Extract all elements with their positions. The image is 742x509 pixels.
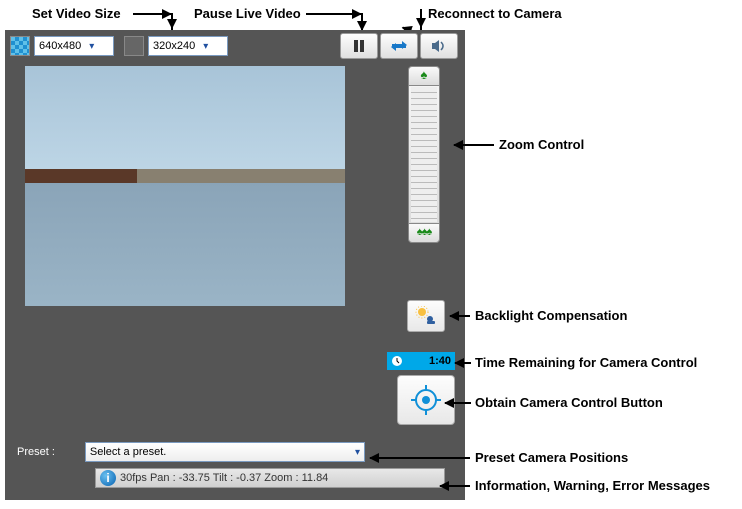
time-remaining: 1:40 <box>387 352 455 370</box>
backlight-icon <box>415 306 437 326</box>
annot-status: Information, Warning, Error Messages <box>475 478 710 493</box>
zoom-out-button[interactable]: ♠♠♠ <box>408 223 440 243</box>
annot-preset: Preset Camera Positions <box>475 450 628 465</box>
annot-set-video-size: Set Video Size <box>32 6 121 21</box>
clock-icon <box>391 355 403 367</box>
chevron-down-icon: ▾ <box>355 447 360 458</box>
video-size-1-value: 640x480 <box>39 40 81 52</box>
preset-select[interactable]: Select a preset. ▾ <box>85 442 365 462</box>
video-view[interactable] <box>25 66 345 306</box>
reconnect-icon <box>390 39 408 53</box>
annot-backlight: Backlight Compensation <box>475 308 627 323</box>
chevron-down-icon: ▾ <box>89 41 94 52</box>
annot-zoom: Zoom Control <box>499 137 584 152</box>
target-icon <box>409 383 443 417</box>
zoom-track-lines <box>411 87 437 222</box>
video-size-select-1[interactable]: 640x480 ▾ <box>34 36 114 56</box>
video-size-2-value: 320x240 <box>153 40 195 52</box>
zoom-slider[interactable]: ♠ ♠♠♠ <box>408 66 440 243</box>
pause-button[interactable] <box>340 33 378 59</box>
toolbar: 640x480 ▾ 320x240 ▾ <box>10 35 460 57</box>
preset-label: Preset : <box>17 446 55 458</box>
chevron-down-icon: ▾ <box>203 41 208 52</box>
grid-icon-2[interactable] <box>124 36 144 56</box>
annot-obtain: Obtain Camera Control Button <box>475 395 663 410</box>
audio-button[interactable] <box>420 33 458 59</box>
annot-time: Time Remaining for Camera Control <box>475 355 697 370</box>
grid-icon-1[interactable] <box>10 36 30 56</box>
pause-icon <box>352 39 366 53</box>
reconnect-button[interactable] <box>380 33 418 59</box>
time-value: 1:40 <box>429 355 451 367</box>
camera-panel: 640x480 ▾ 320x240 ▾ ♠ ♠♠ <box>5 30 465 500</box>
backlight-button[interactable] <box>407 300 445 332</box>
status-bar: i 30fps Pan : -33.75 Tilt : -0.37 Zoom :… <box>95 468 445 488</box>
annot-pause-live: Pause Live Video <box>194 6 301 21</box>
zoom-in-button[interactable]: ♠ <box>408 66 440 86</box>
video-size-select-2[interactable]: 320x240 ▾ <box>148 36 228 56</box>
speaker-icon <box>431 39 447 53</box>
preset-placeholder: Select a preset. <box>90 446 166 458</box>
status-text: 30fps Pan : -33.75 Tilt : -0.37 Zoom : 1… <box>120 472 328 484</box>
annot-reconnect: Reconnect to Camera <box>428 6 562 21</box>
info-icon: i <box>100 470 116 486</box>
preset-row: Preset : Select a preset. ▾ <box>17 442 365 462</box>
